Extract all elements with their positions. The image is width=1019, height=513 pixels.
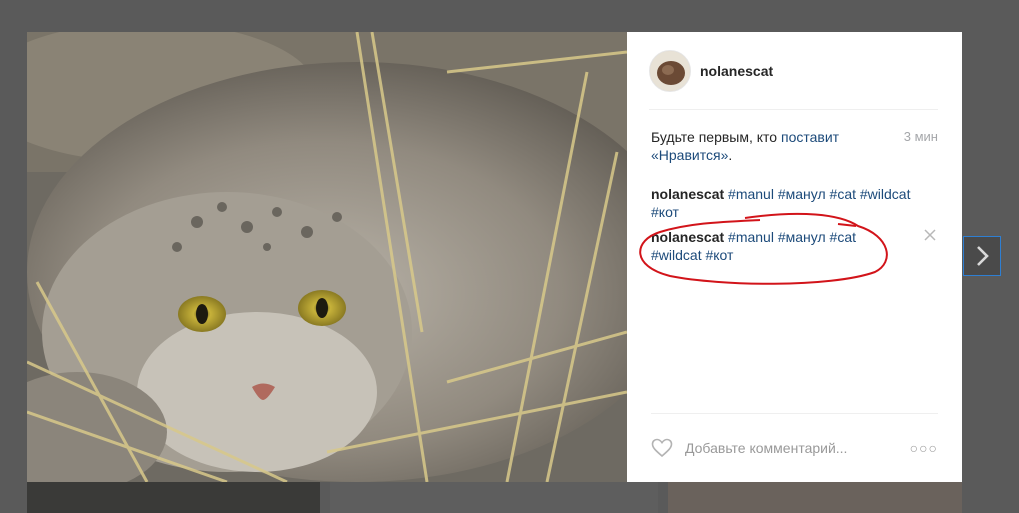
hashtag-link[interactable]: #манул [778,186,826,202]
hashtag-link[interactable]: #кот [705,247,733,263]
next-post-button[interactable] [963,236,1001,276]
post-timestamp[interactable]: 3 мин [904,128,938,146]
comment-author[interactable]: nolanescat [651,229,724,245]
hashtag-link[interactable]: #wildcat [860,186,911,202]
comment: nolanescat #manul #манул #cat #wildcat #… [651,185,938,221]
heart-icon[interactable] [651,438,673,458]
likes-suffix: . [728,147,733,163]
pallas-cat-photo [27,32,627,482]
background-thumbnail [668,482,962,513]
hashtag-link[interactable]: #manul [728,229,774,245]
likes-row: Будьте первым, кто поставит «Нравится». … [651,128,938,164]
comment-footer: ○○○ [651,436,938,460]
hashtag-link[interactable]: #cat [830,229,856,245]
likes-prefix: Будьте первым, кто [651,129,781,145]
background-thumbnail [27,482,320,513]
close-icon [924,229,936,241]
likes-text: Будьте первым, кто поставит «Нравится». [651,128,866,164]
hashtag-link[interactable]: #wildcat [651,247,702,263]
post-sidebar: nolanescat Будьте первым, кто поставит «… [627,32,962,482]
post-photo[interactable] [27,32,627,482]
chevron-right-icon [977,246,989,266]
username-link[interactable]: nolanescat [700,63,773,79]
hashtag-link[interactable]: #manul [728,186,774,202]
delete-comment-button[interactable] [923,228,937,242]
avatar-image [650,50,690,91]
background-thumbnail [330,482,658,513]
hashtag-link[interactable]: #cat [830,186,856,202]
footer-divider [651,413,938,414]
post-header: nolanescat [649,32,938,110]
comment: nolanescat #manul #манул #cat #wildcat #… [651,228,891,264]
hashtag-link[interactable]: #манул [778,229,826,245]
post-modal: nolanescat Будьте первым, кто поставит «… [27,32,962,482]
avatar[interactable] [649,49,691,92]
comment-author[interactable]: nolanescat [651,186,724,202]
more-options-button[interactable]: ○○○ [910,440,938,456]
comment-input[interactable] [685,440,875,456]
hashtag-link[interactable]: #кот [651,204,679,220]
